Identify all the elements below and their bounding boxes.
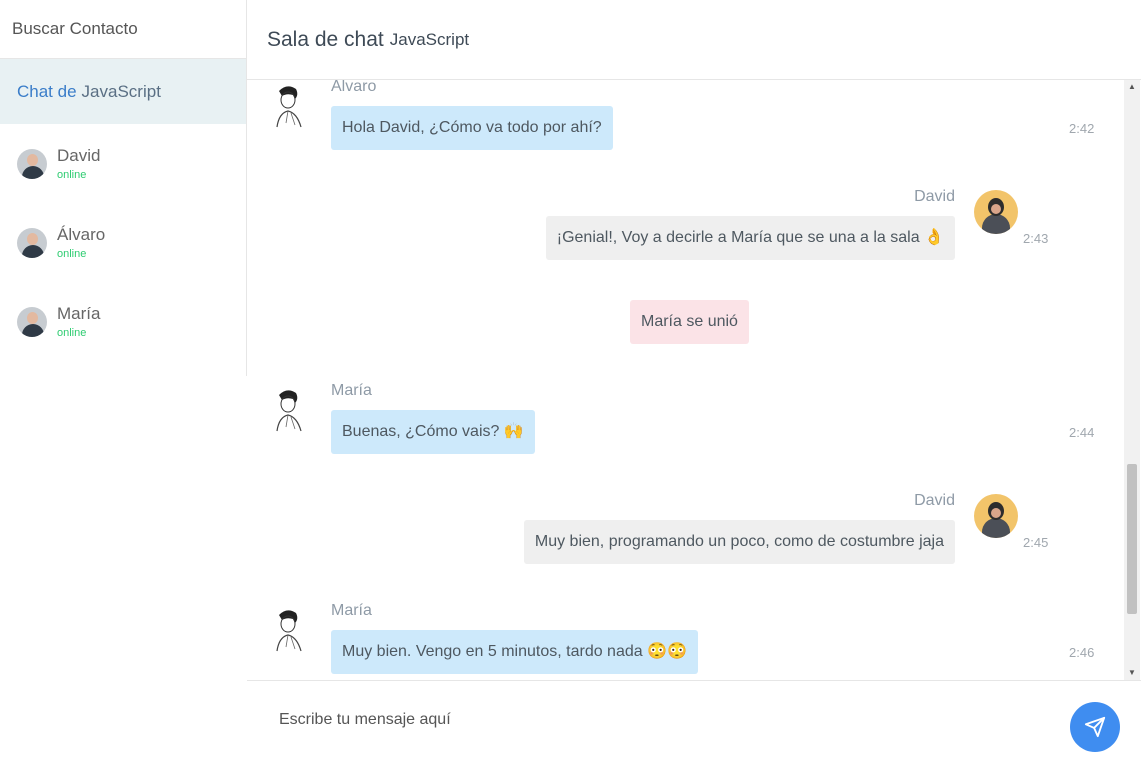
sidebar: Chat de JavaScript David online Álvaro o… bbox=[0, 0, 247, 376]
avatar bbox=[17, 148, 47, 179]
contact-status: online bbox=[57, 248, 87, 260]
room-label: Chat de bbox=[17, 81, 77, 101]
message-composer bbox=[247, 680, 1141, 767]
message-input[interactable] bbox=[279, 706, 1039, 734]
page-title: Sala de chat bbox=[267, 27, 384, 51]
contact-status: online bbox=[57, 169, 87, 181]
contact-status: online bbox=[57, 327, 87, 339]
sketch-avatar-icon bbox=[276, 390, 302, 432]
message-bubble: Hola David, ¿Cómo va todo por ahí? bbox=[331, 106, 613, 150]
scrollbar-thumb[interactable] bbox=[1127, 464, 1137, 614]
message-list: Álvaro Hola David, ¿Cómo va todo por ahí… bbox=[247, 80, 1127, 680]
avatar bbox=[17, 306, 47, 337]
message-bubble: Muy bien, programando un poco, como de c… bbox=[523, 520, 955, 564]
contact-search bbox=[0, 0, 246, 59]
contact-item-david[interactable]: David online bbox=[0, 124, 246, 203]
message-sender: María bbox=[331, 602, 372, 619]
message-time: 2:43 bbox=[1023, 231, 1049, 246]
contact-name: David bbox=[57, 146, 101, 165]
avatar bbox=[974, 494, 1018, 538]
message-right: David Muy bien, programando un poco, com… bbox=[247, 490, 1127, 580]
search-contact-input[interactable] bbox=[12, 19, 234, 39]
message-bubble: ¡Genial!, Voy a decirle a María que se u… bbox=[545, 216, 955, 260]
contact-name: María bbox=[57, 304, 101, 323]
message-sender: David bbox=[914, 188, 955, 205]
message-bubble: Muy bien. Vengo en 5 minutos, tardo nada… bbox=[331, 630, 698, 674]
message-scrollbar[interactable]: ▲ ▼ bbox=[1124, 80, 1140, 680]
message-right: David ¡Genial!, Voy a decirle a María qu… bbox=[247, 186, 1127, 276]
system-message: María se unió bbox=[630, 300, 749, 344]
contact-item-maria[interactable]: María online bbox=[0, 282, 246, 361]
message-time: 2:45 bbox=[1023, 535, 1049, 550]
message-bubble: Buenas, ¿Cómo vais? 🙌 bbox=[331, 410, 535, 454]
scroll-up-arrow-icon[interactable]: ▲ bbox=[1124, 80, 1140, 94]
message-time: 2:42 bbox=[1069, 121, 1095, 136]
chat-header: Sala de chat JavaScript bbox=[247, 0, 1141, 80]
contact-item-alvaro[interactable]: Álvaro online bbox=[0, 203, 246, 282]
contact-name: Álvaro bbox=[57, 225, 106, 244]
message-sender: David bbox=[914, 492, 955, 509]
avatar bbox=[17, 227, 47, 258]
chat-app: Chat de JavaScript David online Álvaro o… bbox=[0, 0, 1141, 767]
message-left: Álvaro Hola David, ¿Cómo va todo por ahí… bbox=[247, 80, 1127, 160]
message-sender: María bbox=[331, 382, 372, 399]
message-left: María Buenas, ¿Cómo vais? 🙌 2:44 bbox=[247, 382, 1127, 464]
sketch-avatar-icon bbox=[276, 86, 302, 128]
avatar bbox=[974, 190, 1018, 234]
sketch-avatar-icon bbox=[276, 610, 302, 652]
paper-plane-icon bbox=[1084, 716, 1106, 738]
message-left: María Muy bien. Vengo en 5 minutos, tard… bbox=[247, 602, 1127, 680]
send-button[interactable] bbox=[1070, 702, 1120, 752]
message-time: 2:44 bbox=[1069, 425, 1095, 440]
message-time: 2:46 bbox=[1069, 645, 1095, 660]
room-item-javascript[interactable]: Chat de JavaScript bbox=[0, 59, 246, 124]
scroll-down-arrow-icon[interactable]: ▼ bbox=[1124, 666, 1140, 680]
room-name: JavaScript bbox=[81, 81, 161, 101]
message-sender: Álvaro bbox=[331, 80, 377, 95]
room-title: JavaScript bbox=[389, 29, 470, 49]
